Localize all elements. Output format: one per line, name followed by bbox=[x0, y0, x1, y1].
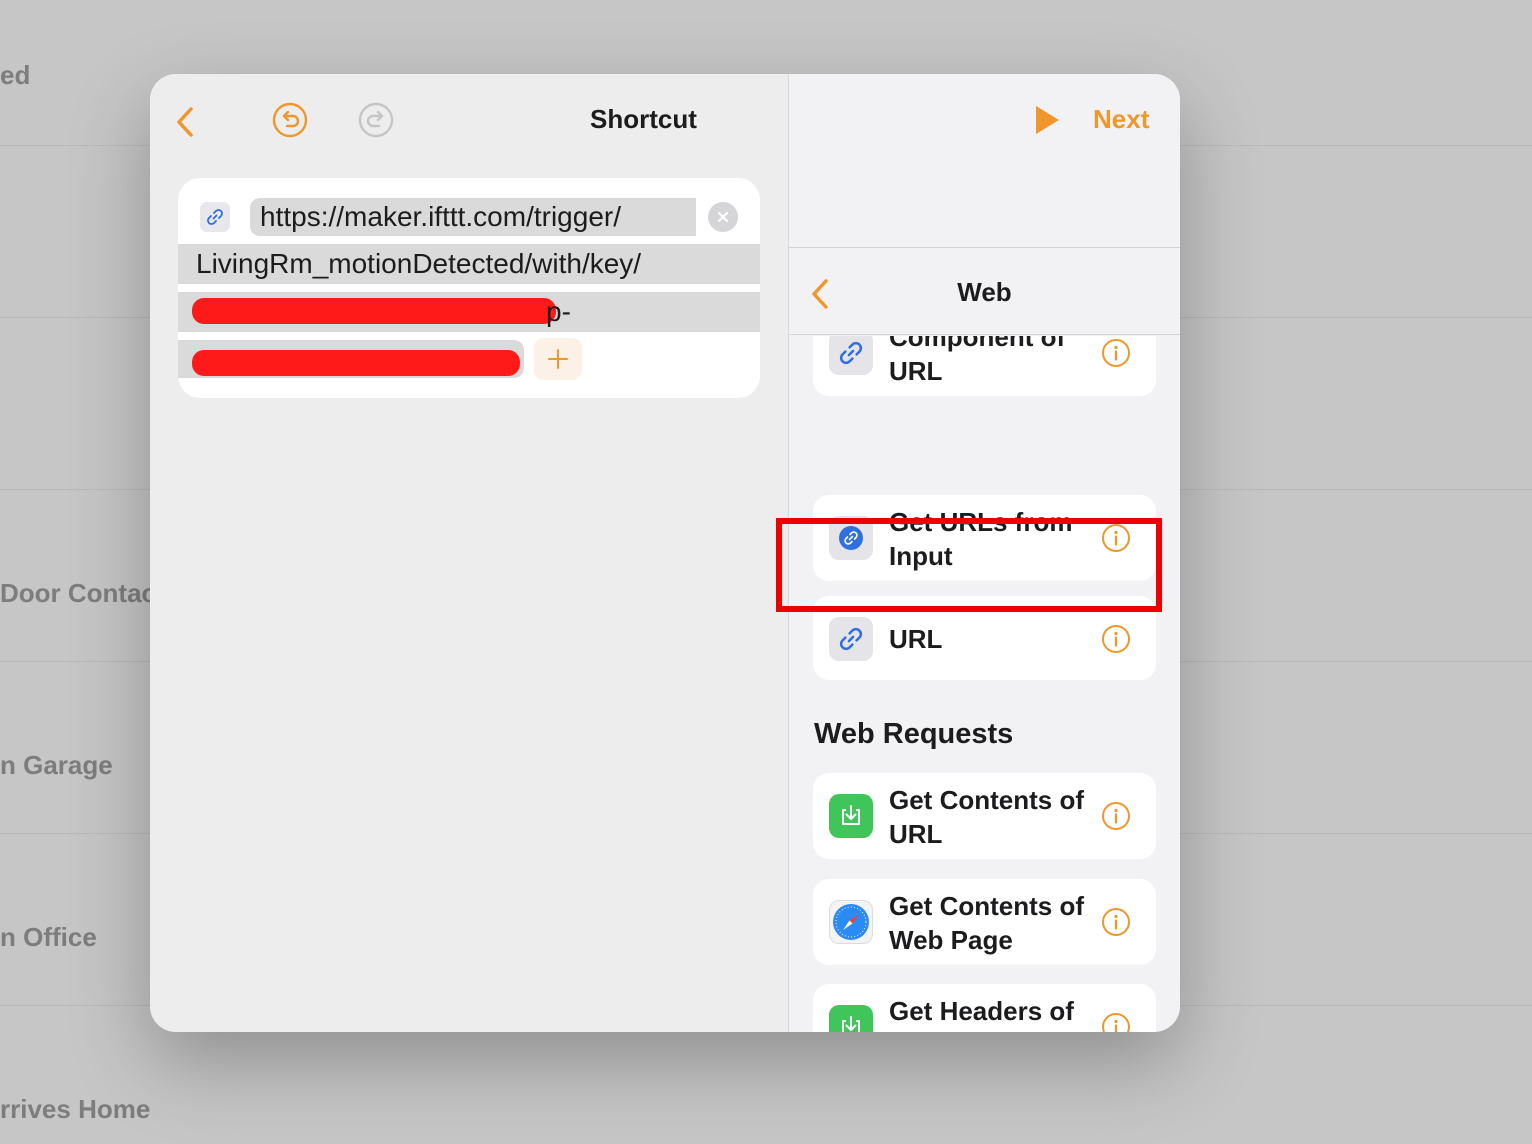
add-button[interactable] bbox=[534, 338, 582, 380]
run-button[interactable] bbox=[1033, 104, 1061, 136]
chevron-left-icon bbox=[177, 107, 193, 137]
action-item-icon bbox=[829, 1005, 873, 1032]
action-item-label: URL bbox=[889, 624, 943, 654]
play-icon bbox=[1036, 106, 1059, 134]
redaction-mark bbox=[192, 298, 556, 324]
download-icon bbox=[842, 805, 860, 825]
annotation-highlight-box bbox=[776, 518, 1162, 612]
bg-row-label: n Office bbox=[0, 922, 97, 952]
page-title: Shortcut bbox=[590, 104, 697, 134]
action-item[interactable]: Get Headers of URL bbox=[813, 984, 1156, 1032]
info-icon bbox=[1102, 802, 1130, 830]
info-button[interactable] bbox=[1101, 1012, 1131, 1032]
info-button[interactable] bbox=[1101, 907, 1131, 937]
link-icon bbox=[839, 627, 863, 651]
action-item[interactable]: Component of URL bbox=[813, 336, 1156, 396]
bg-row-label: Door Contac bbox=[0, 578, 156, 608]
next-button[interactable]: Next bbox=[1093, 104, 1149, 135]
url-text: LivingRm_motionDetected/with/key/ bbox=[196, 248, 642, 279]
redaction-mark bbox=[192, 350, 520, 376]
url-action-icon bbox=[200, 202, 230, 232]
close-icon bbox=[717, 211, 729, 223]
section-title: Web Requests bbox=[814, 718, 1014, 750]
redo-icon bbox=[358, 102, 394, 138]
undo-icon bbox=[272, 102, 308, 138]
action-item-icon bbox=[829, 794, 873, 838]
download-icon bbox=[842, 1016, 860, 1032]
sidebar-toolbar: Next bbox=[789, 74, 1180, 248]
action-item-label: Get Contents of URL bbox=[889, 785, 1084, 849]
back-button[interactable] bbox=[170, 104, 200, 140]
editor-pane: Shortcut https://maker.ifttt.com/trigger… bbox=[150, 74, 788, 1032]
actions-list: Component of URL Get URLs from Input URL… bbox=[789, 336, 1180, 1032]
category-header: Web bbox=[789, 249, 1180, 335]
url-text: https://maker.ifttt.com/trigger/ bbox=[260, 201, 622, 232]
url-token-line[interactable]: p- bbox=[178, 292, 760, 332]
action-item-label: Get Contents of Web Page bbox=[889, 891, 1084, 955]
url-token-line[interactable]: LivingRm_motionDetected/with/key/ bbox=[178, 244, 760, 284]
info-button[interactable] bbox=[1101, 338, 1131, 368]
info-button[interactable] bbox=[1101, 624, 1131, 654]
category-title: Web bbox=[957, 277, 1012, 307]
safari-icon bbox=[833, 904, 869, 940]
undo-button[interactable] bbox=[272, 102, 308, 138]
info-icon bbox=[1102, 625, 1130, 653]
action-item-label: Get Headers of URL bbox=[889, 996, 1074, 1032]
info-icon bbox=[1102, 908, 1130, 936]
link-icon bbox=[839, 341, 863, 365]
action-item[interactable]: Get Contents of Web Page bbox=[813, 879, 1156, 965]
link-icon bbox=[207, 209, 223, 225]
action-item-label: Component of URL bbox=[889, 336, 1066, 386]
action-item-icon bbox=[829, 336, 873, 375]
info-icon bbox=[1102, 339, 1130, 367]
action-item[interactable]: Get Contents of URL bbox=[813, 773, 1156, 859]
url-action-card[interactable]: https://maker.ifttt.com/trigger/ LivingR… bbox=[178, 178, 760, 398]
bg-row-label: ed bbox=[0, 60, 31, 90]
action-item-icon bbox=[829, 900, 873, 944]
redo-button[interactable] bbox=[358, 102, 394, 138]
bg-row-label: n Garage bbox=[0, 750, 113, 780]
url-text: p- bbox=[546, 296, 571, 327]
info-button[interactable] bbox=[1101, 801, 1131, 831]
bg-row-label: rrives Home bbox=[0, 1094, 151, 1124]
url-token-line[interactable]: https://maker.ifttt.com/trigger/ bbox=[250, 198, 696, 236]
clear-button[interactable] bbox=[708, 202, 738, 232]
url-token-line[interactable] bbox=[178, 340, 524, 378]
plus-icon bbox=[548, 349, 568, 369]
action-item-icon bbox=[829, 617, 873, 661]
info-icon bbox=[1102, 1013, 1130, 1032]
